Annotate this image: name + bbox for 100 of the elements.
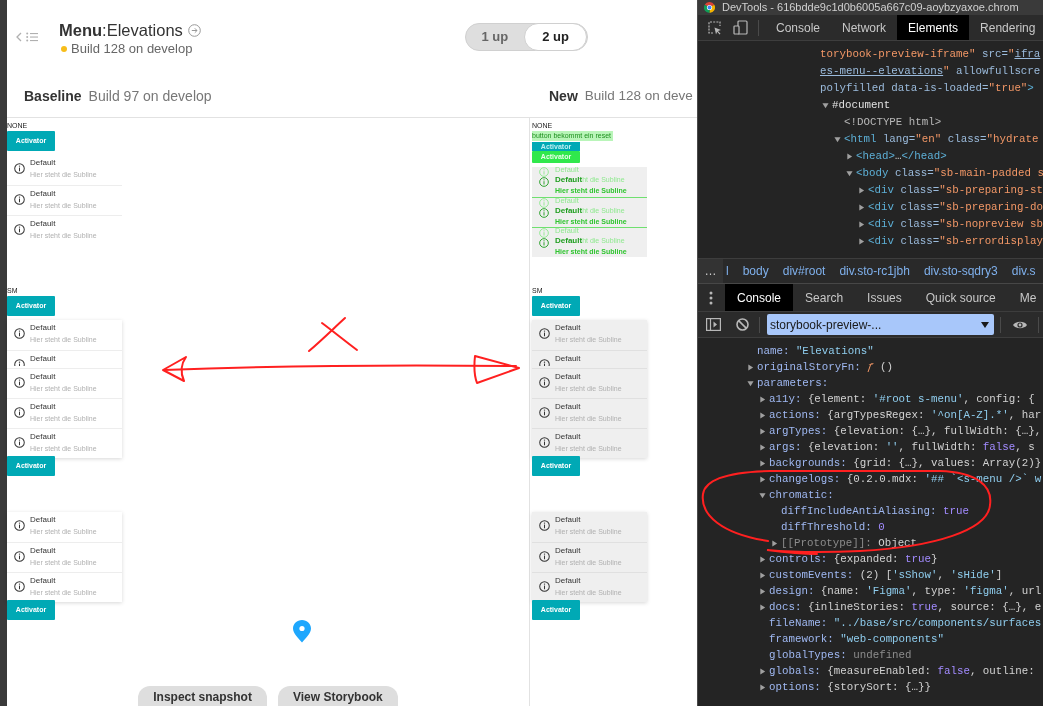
dom-node-line: <html lang="en" class="hydrate — [844, 132, 1039, 147]
disclosure-triangle-icon[interactable] — [759, 684, 766, 691]
info-icon — [14, 407, 25, 418]
breadcrumb-link[interactable]: div.s — [1011, 262, 1036, 280]
console-line: diffThreshold: 0 — [781, 520, 885, 535]
phone-tablet-icon[interactable] — [733, 20, 748, 35]
info-icon — [14, 377, 25, 388]
view-toggle-option[interactable]: 2 up — [524, 23, 587, 51]
drawer-tab[interactable]: Issues — [855, 284, 914, 311]
disclosure-triangle-icon[interactable] — [834, 136, 841, 143]
info-icon — [539, 437, 550, 448]
dom-node-line: <div class="sb-nopreview sb — [868, 217, 1043, 232]
location-pin-icon[interactable] — [292, 619, 312, 644]
panel-tab[interactable]: Elements — [897, 15, 970, 40]
breadcrumb-link[interactable]: body — [742, 262, 769, 280]
disclosure-triangle-icon[interactable] — [759, 396, 766, 403]
disclosure-triangle-icon[interactable] — [759, 476, 766, 483]
dom-node-line: #document — [832, 98, 891, 113]
panel-label: New — [549, 87, 578, 106]
menu-item[interactable]: Default — [7, 350, 122, 368]
console-line: name: "Elevations" — [757, 344, 874, 359]
context-dropdown[interactable]: storybook-preview-... — [767, 314, 994, 335]
info-icon — [14, 581, 25, 592]
info-icon — [14, 328, 25, 339]
kebab-menu-icon[interactable] — [709, 290, 713, 305]
console-line: globals: {measureEnabled: false, outline: — [769, 664, 1035, 679]
disclosure-triangle-icon[interactable] — [759, 588, 766, 595]
disclosure-triangle-icon[interactable] — [759, 460, 766, 467]
panel-tab[interactable]: Console — [765, 15, 832, 40]
console-line: fileName: "../base/src/components/surfaces — [769, 616, 1042, 631]
window-title: DevTools - 616bdde9c1d0b6005a667c09-aoybzyaxoe.chrom — [722, 1, 1019, 14]
disclosure-triangle-icon[interactable] — [858, 238, 865, 245]
console-line: parameters: — [757, 376, 829, 391]
eye-icon[interactable] — [1012, 319, 1028, 330]
panel-tab[interactable]: Rendering — [969, 15, 1036, 40]
info-icon — [14, 551, 25, 562]
console-line: [[Prototype]]: Object — [781, 536, 918, 551]
action-button[interactable]: Inspect snapshot — [138, 686, 267, 706]
console-line: argTypes: {elevation: {…}, fullWidth: {…}, — [769, 424, 1042, 439]
disclosure-triangle-icon[interactable] — [759, 572, 766, 579]
info-icon — [14, 520, 25, 531]
info-icon — [14, 163, 25, 174]
status-dot-icon — [61, 46, 67, 52]
info-icon — [539, 238, 549, 248]
dom-node-line: <body class="sb-main-padded s — [856, 166, 1043, 181]
info-icon — [539, 177, 549, 187]
disclosure-triangle-icon[interactable] — [822, 102, 829, 109]
info-icon — [539, 167, 549, 177]
disclosure-triangle-icon[interactable] — [846, 170, 853, 177]
cursor-in-box-icon[interactable] — [707, 20, 722, 35]
action-button[interactable]: View Storybook — [277, 686, 398, 706]
console-line: framework: "web-components" — [769, 632, 944, 647]
console-line: design: {name: 'Figma', type: 'figma', url — [769, 584, 1042, 599]
drawer-tab[interactable]: Search — [793, 284, 856, 311]
drawer-tab[interactable]: Me — [1007, 284, 1043, 311]
console-line: options: {storySort: {…}} — [769, 680, 931, 695]
drawer-tab[interactable]: Quick source — [913, 284, 1008, 311]
build-info: Build 128 on develop — [71, 41, 193, 57]
caret-icon[interactable] — [981, 321, 989, 328]
info-icon — [14, 437, 25, 448]
view-toggle-option[interactable]: 1 up — [465, 23, 525, 51]
breadcrumb-link[interactable]: div.sto-sqdry3 — [923, 262, 998, 280]
drawer-tab[interactable]: Console — [725, 284, 794, 311]
disclosure-triangle-icon[interactable] — [858, 204, 865, 211]
disclosure-triangle-icon[interactable] — [747, 364, 754, 371]
disclosure-triangle-icon[interactable] — [858, 221, 865, 228]
disclosure-triangle-icon[interactable] — [759, 668, 766, 675]
disclosure-triangle-icon[interactable] — [846, 153, 853, 160]
disclosure-triangle-icon[interactable] — [759, 412, 766, 419]
cross-mark-annotation — [308, 317, 358, 352]
arrow-circle-icon[interactable] — [187, 23, 201, 37]
clear-console-icon[interactable] — [736, 318, 749, 331]
breadcrumb-link[interactable]: div.sto-rc1jbh — [839, 262, 910, 280]
breadcrumb-link[interactable]: l — [726, 262, 729, 280]
disclosure-triangle-icon[interactable] — [759, 492, 766, 499]
info-icon — [539, 328, 550, 339]
story-title: Menu:Elevations — [59, 20, 183, 41]
dom-node-line: polyfilled data-is-loaded="true"> — [820, 81, 1034, 96]
console-line: args: {elevation: '', fullWidth: false, s — [769, 440, 1035, 455]
disclosure-triangle-icon[interactable] — [759, 444, 766, 451]
menu-item[interactable]: Default — [532, 350, 647, 368]
disclosure-triangle-icon[interactable] — [759, 556, 766, 563]
panel-tab[interactable]: Network — [831, 15, 898, 40]
dom-node-line: <div class="sb-preparing-do — [868, 200, 1043, 215]
info-icon — [14, 194, 25, 205]
disclosure-triangle-icon[interactable] — [747, 380, 754, 387]
disclosure-triangle-icon[interactable] — [759, 428, 766, 435]
dom-node-line: torybook-preview-iframe" src="ifra — [820, 47, 1041, 62]
info-icon — [539, 551, 550, 562]
sidebar-toggle-icon[interactable] — [706, 318, 721, 331]
info-icon — [539, 581, 550, 592]
disclosure-triangle-icon[interactable] — [858, 187, 865, 194]
dom-node-line: es-menu--elevations" allowfullscre — [820, 64, 1041, 79]
breadcrumb-link[interactable]: div#root — [782, 262, 826, 280]
disclosure-triangle-icon[interactable] — [759, 604, 766, 611]
disclosure-triangle-icon[interactable] — [771, 540, 778, 547]
console-line: customEvents: (2) ['sShow', 'sHide'] — [769, 568, 1003, 583]
breadcrumb-overflow-button[interactable]: … — [698, 259, 723, 283]
console-line: controls: {expanded: true} — [769, 552, 938, 567]
console-line: docs: {inlineStories: true, source: {…}, e — [769, 600, 1042, 615]
